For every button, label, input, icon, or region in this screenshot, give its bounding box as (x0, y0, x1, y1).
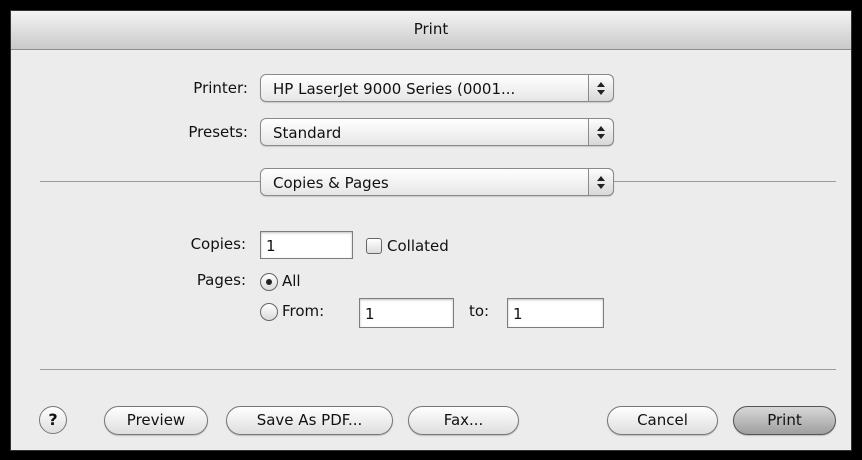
bottom-separator (40, 369, 836, 370)
panel-value: Copies & Pages (273, 174, 389, 192)
printer-popup[interactable]: HP LaserJet 9000 Series (0001... (260, 74, 614, 102)
presets-popup[interactable]: Standard (260, 118, 614, 146)
presets-label: Presets: (188, 123, 248, 141)
copies-value: 1 (266, 237, 276, 255)
fax-button[interactable]: Fax... (408, 406, 519, 435)
from-radio[interactable] (260, 303, 278, 321)
panel-popup[interactable]: Copies & Pages (260, 168, 614, 196)
copies-label: Copies: (190, 235, 246, 253)
to-label: to: (469, 302, 490, 320)
preview-button[interactable]: Preview (104, 406, 208, 435)
all-radio[interactable] (260, 273, 278, 291)
from-label[interactable]: From: (282, 302, 324, 320)
window-title: Print (413, 20, 449, 38)
popup-arrows-icon (588, 74, 614, 102)
separator-right (614, 181, 836, 182)
separator-left (40, 181, 260, 182)
copies-field[interactable]: 1 (260, 231, 353, 259)
radio-selected-dot-icon (266, 279, 272, 285)
print-button[interactable]: Print (733, 406, 836, 435)
from-field[interactable]: 1 (359, 298, 454, 328)
to-value: 1 (513, 305, 523, 323)
title-bar[interactable]: Print (11, 11, 851, 50)
popup-arrows-icon (588, 168, 614, 196)
popup-arrows-icon (588, 118, 614, 146)
printer-label: Printer: (193, 79, 248, 97)
printer-value: HP LaserJet 9000 Series (0001... (273, 80, 516, 98)
collated-checkbox[interactable] (366, 238, 382, 254)
cancel-button[interactable]: Cancel (607, 406, 718, 435)
presets-value: Standard (273, 124, 342, 142)
print-dialog: Print Printer: HP LaserJet 9000 Series (… (10, 10, 852, 451)
from-value: 1 (365, 305, 375, 323)
pages-label: Pages: (196, 271, 246, 289)
all-label[interactable]: All (282, 272, 301, 290)
help-button[interactable]: ? (39, 406, 67, 434)
collated-label[interactable]: Collated (387, 237, 449, 255)
to-field[interactable]: 1 (507, 298, 604, 328)
save-as-pdf-button[interactable]: Save As PDF... (226, 406, 393, 435)
